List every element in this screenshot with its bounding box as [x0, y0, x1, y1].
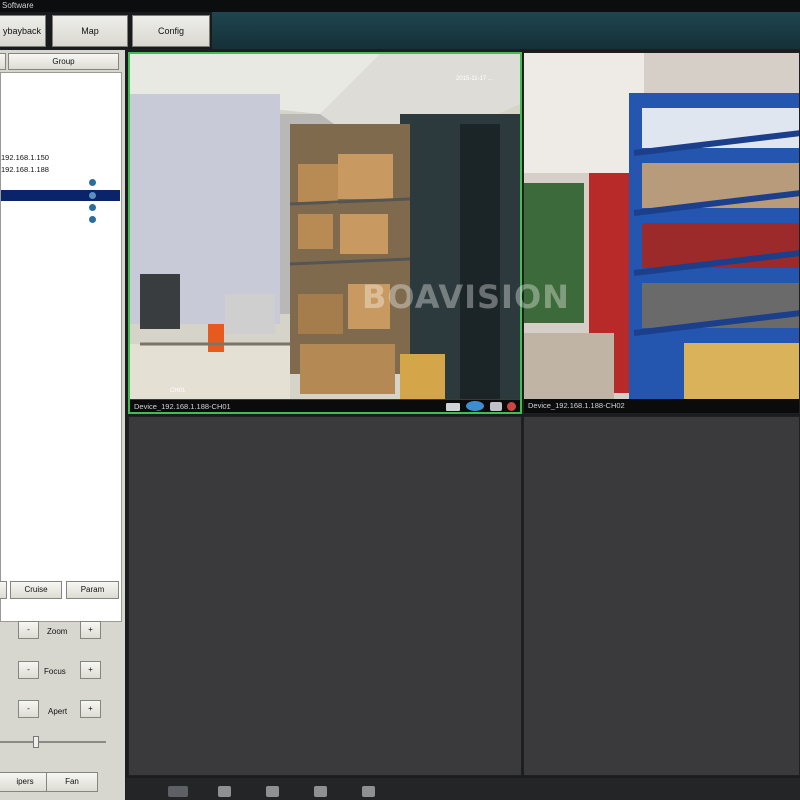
layout-icon[interactable]: [168, 786, 188, 797]
apert-label: Apert: [48, 707, 68, 716]
fullscreen-icon[interactable]: [362, 786, 375, 797]
zoom-out-button[interactable]: -: [18, 621, 39, 639]
zoom-label: Zoom: [47, 627, 68, 636]
device-node-1[interactable]: 192.168.1.150: [1, 153, 49, 162]
fan-button[interactable]: Fan: [46, 772, 98, 792]
audio-icon[interactable]: [507, 402, 516, 411]
camera-1-feed: 2015-11-17 ... CH01: [130, 54, 520, 399]
channel-row-3[interactable]: [1, 203, 121, 212]
focus-plus-button[interactable]: +: [80, 661, 101, 679]
layout-9-icon[interactable]: [266, 786, 279, 797]
video-caption-text: Device_192.168.1.188-CH02: [528, 401, 625, 410]
focus-label: Focus: [44, 667, 66, 676]
focus-minus-button[interactable]: -: [18, 661, 39, 679]
apert-plus-button[interactable]: +: [80, 700, 101, 718]
eye-icon[interactable]: [466, 401, 484, 411]
video-cell-1[interactable]: 2015-11-17 ... CH01 Device_192.168.1.188…: [128, 52, 522, 414]
title-bar: Software: [0, 0, 800, 12]
slider-thumb[interactable]: [33, 736, 39, 748]
camera-icon: [89, 179, 96, 186]
layout-4-icon[interactable]: [218, 786, 231, 797]
slider-track: [0, 741, 106, 743]
layout-16-icon[interactable]: [314, 786, 327, 797]
camera-icon: [89, 192, 96, 199]
channel-row-1[interactable]: [1, 178, 121, 187]
channel-row-4[interactable]: [1, 215, 121, 224]
group-tab-button[interactable]: Group: [8, 53, 119, 70]
wipers-button[interactable]: ipers: [0, 772, 52, 792]
brand-watermark: BOAVISION: [362, 278, 570, 316]
cruise-button[interactable]: Cruise: [10, 581, 62, 599]
watermark-text: BOAVISION: [362, 278, 570, 316]
apert-minus-button[interactable]: -: [18, 700, 39, 718]
device-tab-button[interactable]: [0, 53, 6, 70]
camera-2-feed: [524, 53, 799, 399]
video-caption-text: Device_192.168.1.188-CH01: [134, 402, 231, 411]
video-cell-2[interactable]: Device_192.168.1.188-CH02: [523, 52, 800, 414]
camera-icon: [89, 204, 96, 211]
video-caption: Device_192.168.1.188-CH02: [524, 399, 799, 413]
overlay-timestamp: 2015-11-17 ...: [456, 76, 493, 82]
speed-slider[interactable]: [0, 735, 106, 749]
video-cell-4[interactable]: [523, 416, 800, 776]
top-toolbar: ybayback Map Config: [0, 12, 800, 49]
toolbar-accent-strip: [212, 12, 800, 49]
device-node-2[interactable]: 192.168.1.188: [1, 165, 49, 174]
map-button[interactable]: Map: [52, 15, 128, 47]
left-panel: Group 192.168.1.150 192.168.1.188 Cruise…: [0, 50, 125, 800]
video-caption: Device_192.168.1.188-CH01: [130, 400, 520, 412]
playback-button[interactable]: ybayback: [0, 15, 46, 47]
config-button[interactable]: Config: [132, 15, 210, 47]
device-tree: 192.168.1.150 192.168.1.188: [0, 72, 122, 622]
video-grid: 2015-11-17 ... CH01 Device_192.168.1.188…: [126, 50, 800, 778]
overlay-channel: CH01: [170, 388, 186, 394]
bottom-toolbar: [126, 778, 800, 800]
zoom-in-button[interactable]: +: [80, 621, 101, 639]
window-title: Software: [2, 1, 34, 10]
video-cell-3[interactable]: [128, 416, 522, 776]
channel-row-2-selected[interactable]: [1, 190, 120, 201]
param-button[interactable]: Param: [66, 581, 119, 599]
record-icon[interactable]: [446, 403, 460, 411]
snapshot-icon[interactable]: [490, 402, 502, 411]
camera-icon: [89, 216, 96, 223]
ptz-tab-button[interactable]: [0, 581, 7, 599]
